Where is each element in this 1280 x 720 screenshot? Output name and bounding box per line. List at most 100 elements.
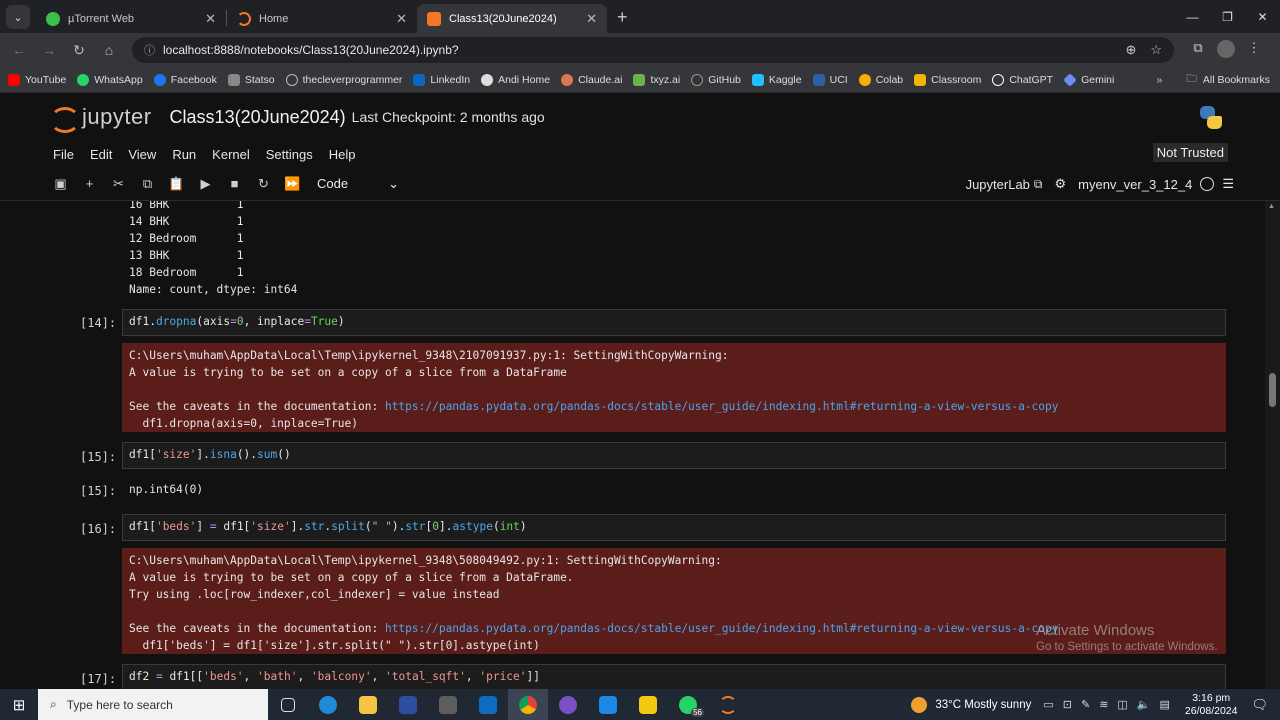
language-icon[interactable]: ▤ <box>1160 698 1170 711</box>
bookmark-chatgpt[interactable]: ChatGPT <box>992 73 1053 86</box>
reload-icon[interactable]: ↻ <box>64 42 94 59</box>
menu-view[interactable]: View <box>128 147 156 162</box>
site-info-icon[interactable]: ⓘ <box>144 42 155 58</box>
bookmark-whatsapp[interactable]: WhatsApp <box>77 73 143 86</box>
restart-icon[interactable]: ↻ <box>249 176 278 192</box>
cut-icon[interactable]: ✂ <box>104 176 133 192</box>
jupyter-logo[interactable]: jupyter <box>50 104 152 133</box>
extensions-puzzle-icon[interactable]: ⧉ <box>1184 40 1212 61</box>
profile-avatar[interactable] <box>1212 39 1240 61</box>
notebook-scrollbar[interactable]: ▲ <box>1265 201 1280 689</box>
menu-help[interactable]: Help <box>329 147 356 162</box>
address-bar[interactable]: ⓘ localhost:8888/notebooks/Class13(20Jun… <box>132 37 1174 63</box>
store-icon[interactable] <box>428 689 468 720</box>
file-explorer-icon[interactable] <box>348 689 388 720</box>
bookmark-thecleverprogrammer[interactable]: thecleverprogrammer <box>285 73 402 86</box>
code-cell-15[interactable]: df1['size'].isna().sum() <box>122 442 1226 469</box>
task-view-icon[interactable] <box>268 689 308 720</box>
bookmark-uci[interactable]: UCI <box>812 73 848 86</box>
code-cell-16[interactable]: df1['beds'] = df1['size'].str.split(" ")… <box>122 514 1226 541</box>
jupyter-taskbar-icon[interactable] <box>708 689 748 720</box>
copy-icon[interactable]: ⧉ <box>133 176 162 192</box>
zoom-icon[interactable]: ⊕ <box>1125 42 1136 58</box>
app-icon[interactable] <box>388 689 428 720</box>
bookmark-claude[interactable]: Claude.ai <box>561 73 622 86</box>
chrome-icon[interactable] <box>508 689 548 720</box>
bookmark-statso[interactable]: Statso <box>227 73 275 86</box>
system-clock[interactable]: 3:16 pm 26/08/2024 <box>1185 692 1238 718</box>
battery-icon[interactable]: ▭ <box>1043 698 1053 711</box>
restore-icon[interactable]: ❐ <box>1210 0 1245 33</box>
stop-icon[interactable]: ■ <box>220 176 249 191</box>
kernel-name[interactable]: myenv_ver_3_12_4 <box>1078 177 1192 192</box>
menu-settings[interactable]: Settings <box>266 147 313 162</box>
github-desktop-icon[interactable] <box>548 689 588 720</box>
scroll-up-arrow-icon[interactable]: ▲ <box>1268 203 1275 210</box>
bookmark-linkedin[interactable]: LinkedIn <box>413 73 470 86</box>
bookmark-github[interactable]: GitHub <box>691 73 741 86</box>
open-in-jupyterlab-link[interactable]: JupyterLab <box>966 177 1030 192</box>
bookmark-txyz[interactable]: txyz.ai <box>633 73 680 86</box>
kebab-menu-icon[interactable]: ⋮ <box>1240 40 1268 61</box>
bookmark-colab[interactable]: Colab <box>858 73 903 86</box>
gear-icon[interactable]: ⚙ <box>1054 176 1066 192</box>
docs-link[interactable]: https://pandas.pydata.org/pandas-docs/st… <box>385 400 1059 413</box>
menu-file[interactable]: File <box>53 147 74 162</box>
menu-kernel[interactable]: Kernel <box>212 147 250 162</box>
pen-icon[interactable]: ✎ <box>1081 698 1090 711</box>
menu-run[interactable]: Run <box>172 147 196 162</box>
close-window-icon[interactable]: ✕ <box>1245 0 1280 33</box>
close-icon[interactable]: ✕ <box>205 11 216 27</box>
paste-icon[interactable]: 📋 <box>162 176 191 192</box>
forward-arrow-icon[interactable]: → <box>34 42 64 58</box>
taskbar-search[interactable]: ⌕ Type here to search <box>38 689 268 720</box>
power-bi-icon[interactable] <box>628 689 668 720</box>
edge-icon[interactable] <box>308 689 348 720</box>
minimize-icon[interactable]: — <box>1175 0 1210 33</box>
trust-status-badge[interactable]: Not Trusted <box>1152 143 1228 162</box>
bookmark-youtube[interactable]: YouTube <box>8 73 66 86</box>
bookmark-classroom[interactable]: Classroom <box>914 73 981 86</box>
network-icon[interactable]: ⊡ <box>1063 698 1072 711</box>
whatsapp-taskbar-icon[interactable]: 56 <box>668 689 708 720</box>
notebook-title[interactable]: Class13(20June2024) <box>170 107 346 128</box>
new-tab-plus-icon[interactable]: + <box>617 7 628 28</box>
add-cell-icon[interactable]: + <box>75 176 104 191</box>
chevron-right-icon[interactable]: » <box>1157 74 1163 86</box>
cell-type-select[interactable]: Code ⌄ <box>317 176 399 192</box>
vscode-icon[interactable] <box>588 689 628 720</box>
tab-notebook[interactable]: Class13(20June2024) ✕ <box>417 4 607 33</box>
notebook-panel[interactable]: 16 BHK 1 14 BHK 1 12 Bedroom 1 13 BHK 1 … <box>40 201 1238 689</box>
hamburger-menu-icon[interactable]: ☰ <box>1222 176 1234 192</box>
external-link-icon[interactable]: ⧉ <box>1034 177 1043 192</box>
bookmark-gemini[interactable]: Gemini <box>1063 72 1114 87</box>
windows-start-icon[interactable]: ⊞ <box>0 696 38 714</box>
bookmark-facebook[interactable]: Facebook <box>153 73 217 86</box>
bookmark-kaggle[interactable]: Kaggle <box>751 73 802 86</box>
code-cell-17[interactable]: df2 = df1[['beds', 'bath', 'balcony', 't… <box>122 664 1226 689</box>
outlook-icon[interactable] <box>468 689 508 720</box>
camera-icon[interactable]: ◫ <box>1117 698 1127 711</box>
code-cell-14[interactable]: df1.dropna(axis=0, inplace=True) <box>122 309 1226 336</box>
wifi-icon[interactable]: ≋ <box>1099 698 1108 711</box>
all-bookmarks-link[interactable]: All Bookmarks <box>1203 74 1270 86</box>
tab-search-button[interactable]: ⌄ <box>6 5 30 29</box>
fast-forward-icon[interactable]: ⏩ <box>278 176 307 192</box>
run-icon[interactable]: ▶ <box>191 176 220 192</box>
scrollbar-thumb[interactable] <box>1269 373 1276 407</box>
docs-link[interactable]: https://pandas.pydata.org/pandas-docs/st… <box>385 622 1059 635</box>
tab-home[interactable]: Home ✕ <box>227 4 417 33</box>
volume-icon[interactable]: 🔈 <box>1137 698 1151 711</box>
bookmark-andi-home[interactable]: Andi Home <box>481 73 550 86</box>
tab-utorrent[interactable]: µTorrent Web ✕ <box>36 4 226 33</box>
back-arrow-icon[interactable]: ← <box>4 42 34 58</box>
bookmark-star-icon[interactable]: ☆ <box>1150 42 1162 58</box>
notifications-icon[interactable]: 🗨 <box>1251 697 1268 713</box>
folder-icon[interactable]: 🗀 <box>1186 71 1197 89</box>
weather-text[interactable]: 33°C Mostly sunny <box>935 699 1031 711</box>
home-icon[interactable]: ⌂ <box>94 42 124 58</box>
menu-edit[interactable]: Edit <box>90 147 112 162</box>
save-icon[interactable]: ▣ <box>46 176 75 192</box>
close-icon[interactable]: ✕ <box>396 11 407 27</box>
close-icon[interactable]: ✕ <box>586 11 597 27</box>
